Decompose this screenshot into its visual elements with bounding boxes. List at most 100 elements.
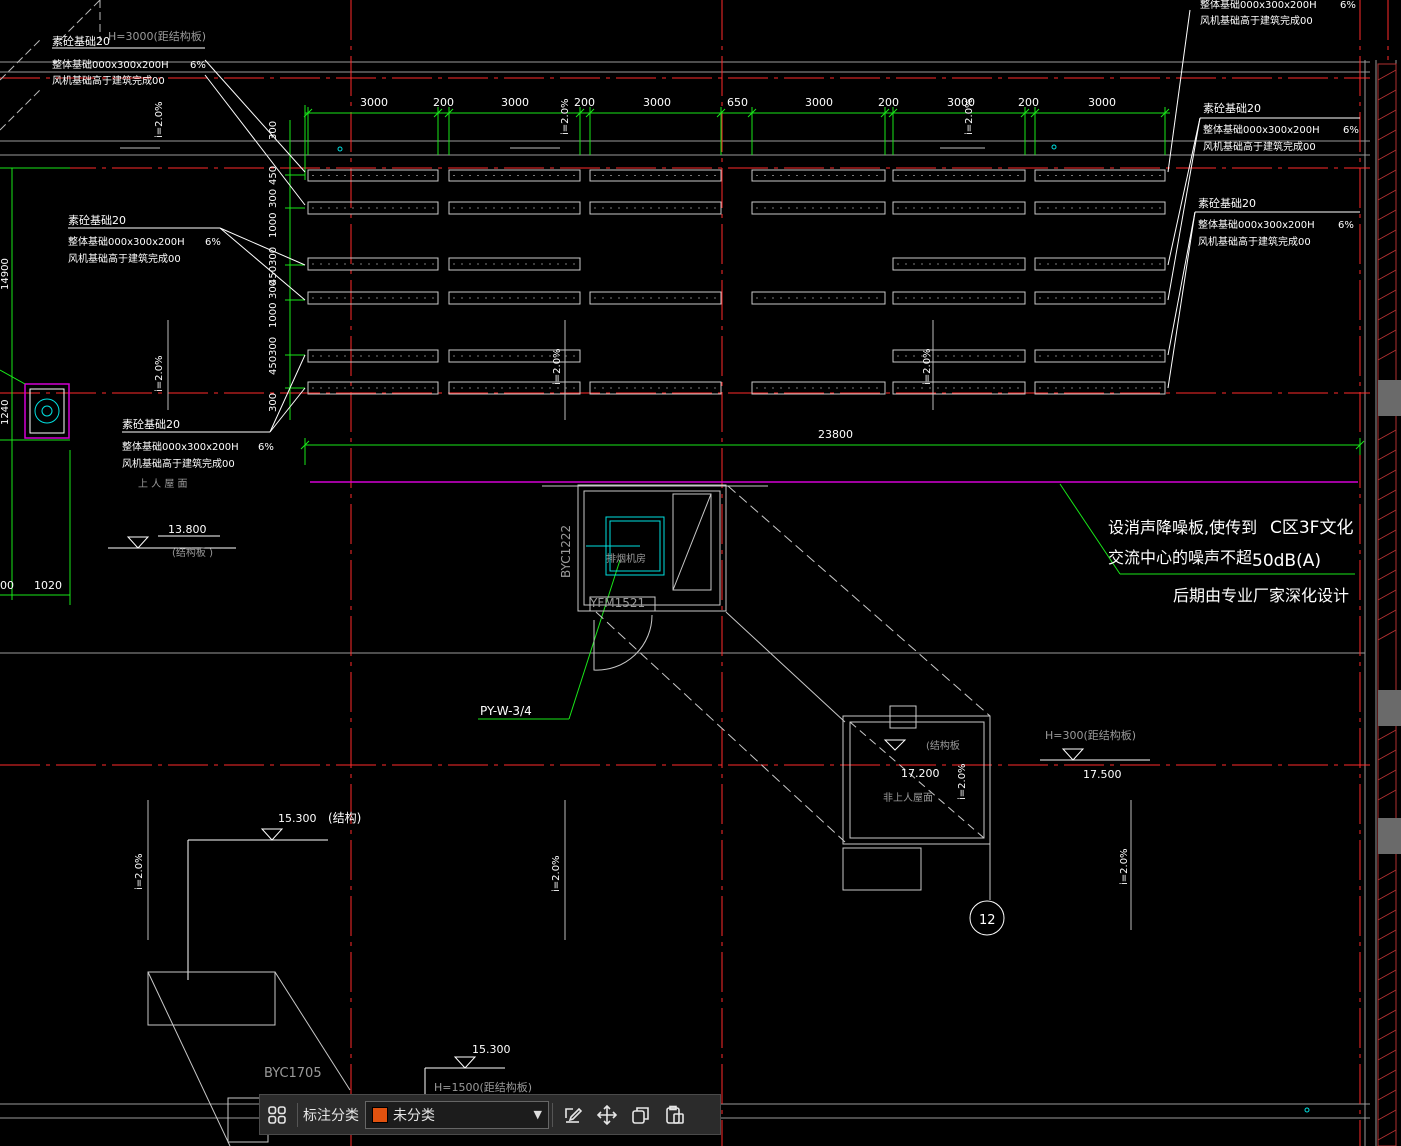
dim-small-a: 00 bbox=[0, 579, 14, 592]
slope-label: i=2.0% bbox=[922, 348, 933, 385]
foundation-note-b2: 整体基础000x300x200H bbox=[68, 235, 185, 248]
elev-4: 15.300 bbox=[278, 812, 317, 825]
cad-canvas[interactable]: H=3000(距结构板) 素砼基础20 整体基础000x300x200H 6% … bbox=[0, 0, 1401, 1146]
foundation-note-a3: 素砼基础20 bbox=[122, 418, 180, 431]
nonroof-label: 非上人屋面 bbox=[883, 792, 933, 804]
noise-note-1: 设消声降噪板,使传到 bbox=[1108, 518, 1257, 537]
noise-note-3: 后期由专业厂家深化设计 bbox=[1173, 586, 1349, 605]
tr-note-b: 整体基础000x300x200H bbox=[1200, 0, 1317, 11]
dimension-ticks bbox=[285, 107, 1365, 450]
tr-note-c: 风机基础高于建筑完成00 bbox=[1200, 14, 1313, 27]
foundation-pad bbox=[892, 169, 1026, 182]
foundation-pad bbox=[448, 201, 581, 215]
dim-label-vertical: 300 bbox=[268, 189, 279, 208]
edit-icon[interactable] bbox=[556, 1099, 590, 1131]
tr-note-frac2: 6% bbox=[1343, 125, 1359, 136]
dim-label-top: 200 bbox=[878, 96, 899, 109]
slope-text: i=2.0% i=2.0% i=2.0% i=2.0% i=2.0% i=2.0% i=2.… bbox=[134, 98, 1130, 892]
byc1222-label: BYC1222 bbox=[559, 525, 573, 578]
tr-note-c3: 风机基础高于建筑完成00 bbox=[1198, 235, 1311, 248]
category-color-swatch bbox=[372, 1106, 388, 1123]
tr-note-a3: 素砼基础20 bbox=[1198, 197, 1256, 210]
tr-note-b2: 整体基础000x300x200H bbox=[1203, 123, 1320, 136]
foundation-note-c2: 风机基础高于建筑完成00 bbox=[68, 252, 181, 265]
foundation-note-a2: 素砼基础20 bbox=[68, 214, 126, 227]
elev-1-note: (结构板 ) bbox=[172, 546, 213, 559]
category-select[interactable]: 未分类 ▼ bbox=[365, 1100, 549, 1129]
dim-label-top: 3000 bbox=[643, 96, 671, 109]
foundation-pad bbox=[589, 291, 722, 305]
foundation-pad bbox=[589, 201, 722, 215]
dim-label-vertical: 450 bbox=[268, 356, 279, 375]
toolbar-divider bbox=[552, 1102, 553, 1127]
dim-label-vertical: 300 bbox=[268, 393, 279, 412]
dimension-text: 3000 200 3000 200 3000 650 3000 200 3000 200 30003… bbox=[268, 96, 1116, 412]
dim-label-vertical: 450 bbox=[268, 166, 279, 185]
foundation-pad bbox=[892, 349, 1026, 363]
byc1705-label: BYC1705 bbox=[264, 1066, 322, 1081]
foundation-pad bbox=[589, 169, 722, 182]
slope-label: i=2.0% bbox=[1119, 848, 1130, 885]
dim-label-top: 3000 bbox=[1088, 96, 1116, 109]
foundation-pad bbox=[307, 169, 439, 182]
category-label: 标注分类 bbox=[303, 1107, 359, 1124]
foundation-pad bbox=[892, 257, 1026, 271]
tr-note-frac: 6% bbox=[1340, 0, 1356, 11]
dim-label-top: 200 bbox=[574, 96, 595, 109]
yfm1521-label: YFM1521 bbox=[589, 596, 645, 610]
axis-12: 12 bbox=[979, 913, 996, 928]
slope-label: i=2.0% bbox=[957, 763, 968, 800]
foundation-pad bbox=[892, 381, 1026, 395]
dim-left-2: 1240 bbox=[0, 400, 11, 425]
foundation-pad bbox=[307, 381, 439, 395]
elev-5: 15.300 bbox=[472, 1043, 511, 1056]
dim-label-vertical: 1000 bbox=[268, 303, 279, 328]
foundation-pad bbox=[448, 291, 581, 305]
foundation-note-frac3: 6% bbox=[258, 442, 274, 453]
grid-icon[interactable] bbox=[260, 1099, 294, 1131]
foundation-note-frac2: 6% bbox=[205, 237, 221, 248]
slope-label: i=2.0% bbox=[154, 355, 165, 392]
dim-label-top: 3000 bbox=[360, 96, 388, 109]
foundation-pad bbox=[751, 291, 886, 305]
move-icon[interactable] bbox=[590, 1099, 624, 1131]
struct-label: (结构板 bbox=[926, 739, 960, 752]
foundation-note-c3: 风机基础高于建筑完成00 bbox=[122, 457, 235, 470]
dim-label-top: 3000 bbox=[805, 96, 833, 109]
foundation-pad bbox=[448, 257, 581, 271]
h300-note: H=300(距结构板) bbox=[1045, 728, 1136, 742]
foundation-pad bbox=[751, 201, 886, 215]
foundation-pad bbox=[448, 169, 581, 182]
dim-label-vertical: 1000 bbox=[268, 213, 279, 238]
foundation-pad bbox=[1034, 201, 1166, 215]
foundation-pad bbox=[1034, 349, 1166, 363]
dim-label-vertical: 300 bbox=[268, 337, 279, 356]
foundation-pad bbox=[1034, 291, 1166, 305]
foundation-pad bbox=[1034, 169, 1166, 182]
foundation-note-c: 风机基础高于建筑完成00 bbox=[52, 74, 165, 87]
foundation-note-frac: 6% bbox=[190, 60, 206, 71]
slope-label: i=2.0% bbox=[560, 98, 571, 135]
foundation-pad bbox=[307, 201, 439, 215]
room-label: 排烟机房 bbox=[606, 552, 646, 565]
toolbar-divider bbox=[297, 1102, 298, 1127]
foundation-pad bbox=[307, 291, 439, 305]
elev-1: 13.800 bbox=[168, 523, 207, 536]
chevron-down-icon: ▼ bbox=[533, 1108, 542, 1121]
slope-label: i=2.0% bbox=[134, 853, 145, 890]
annotation-toolbar: 标注分类 未分类 ▼ bbox=[259, 1094, 721, 1135]
slope-label: i=2.0% bbox=[552, 348, 563, 385]
paste-icon[interactable] bbox=[658, 1099, 692, 1131]
dim-label-top: 200 bbox=[433, 96, 454, 109]
foundation-note-a: 素砼基础20 bbox=[52, 35, 110, 48]
noise-note-r2: 50dB(A) bbox=[1252, 551, 1321, 571]
foundation-pad bbox=[307, 257, 439, 271]
foundation-pad bbox=[751, 381, 886, 395]
slope-label: i=2.0% bbox=[551, 855, 562, 892]
dim-small-b: 1020 bbox=[34, 579, 62, 592]
foundation-note-b: 整体基础000x300x200H bbox=[52, 58, 169, 71]
tr-note-b3: 整体基础000x300x200H bbox=[1198, 218, 1315, 231]
dim-left-1: 14900 bbox=[0, 258, 11, 290]
roof-label: 上 人 屋 面 bbox=[138, 478, 188, 490]
copy-icon[interactable] bbox=[624, 1099, 658, 1131]
